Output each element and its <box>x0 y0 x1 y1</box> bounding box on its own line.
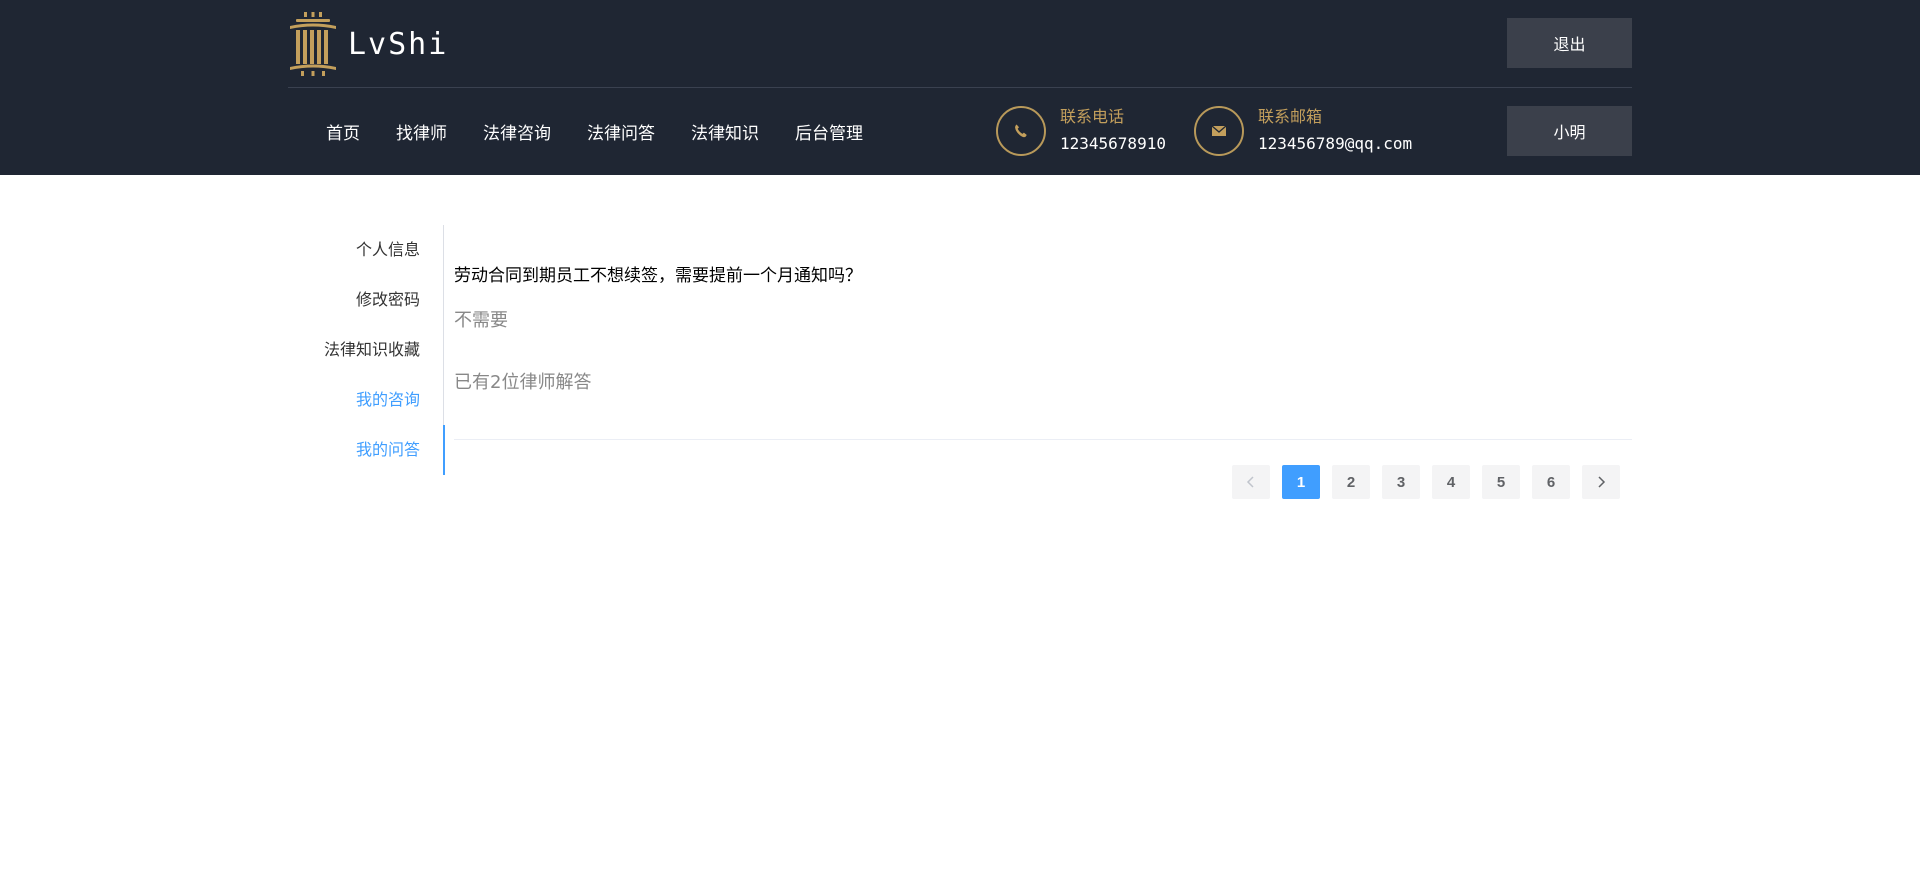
answer-count: 已有2位律师解答 <box>454 372 592 393</box>
answer-text: 不需要 <box>454 310 508 331</box>
email-value: 123456789@qq.com <box>1258 134 1413 153</box>
nav-row: 首页 找律师 法律咨询 法律问答 法律知识 后台管理 联系电话 12345678… <box>288 88 1632 175</box>
user-button[interactable]: 小明 <box>1507 106 1632 156</box>
content-area: 个人信息 修改密码 法律知识收藏 我的咨询 我的问答 劳动合同到期员工不想续签，… <box>288 225 1632 525</box>
sidebar-item-my-qa[interactable]: 我的问答 <box>288 425 445 475</box>
sidebar-item-my-consultations[interactable]: 我的咨询 <box>288 375 443 425</box>
logo[interactable]: LvShi <box>288 12 448 76</box>
main-nav: 首页 找律师 法律咨询 法律问答 法律知识 后台管理 <box>308 88 881 175</box>
nav-admin[interactable]: 后台管理 <box>795 119 863 144</box>
phone-icon <box>996 106 1046 156</box>
page-button-6[interactable]: 6 <box>1532 465 1570 499</box>
phone-label: 联系电话 <box>1060 107 1125 126</box>
page-button-4[interactable]: 4 <box>1432 465 1470 499</box>
page-button-5[interactable]: 5 <box>1482 465 1520 499</box>
header: LvShi 退出 首页 找律师 法律咨询 法律问答 法律知识 后台管理 联系电话… <box>0 0 1920 175</box>
question-title[interactable]: 劳动合同到期员工不想续签，需要提前一个月通知吗？ <box>454 261 1632 286</box>
phone-value: 12345678910 <box>1060 134 1166 153</box>
contact-email: 联系邮箱 123456789@qq.com <box>1194 106 1412 156</box>
prev-page-button[interactable] <box>1232 465 1270 499</box>
next-page-button[interactable] <box>1582 465 1620 499</box>
sidebar-item-knowledge-favorites[interactable]: 法律知识收藏 <box>288 325 443 375</box>
logo-text: LvShi <box>348 26 449 62</box>
logout-button[interactable]: 退出 <box>1507 18 1632 68</box>
page-button-3[interactable]: 3 <box>1382 465 1420 499</box>
contact-phone: 联系电话 12345678910 <box>996 106 1166 156</box>
page-button-2[interactable]: 2 <box>1332 465 1370 499</box>
sidebar-item-profile[interactable]: 个人信息 <box>288 225 443 275</box>
pillar-logo-icon <box>290 12 336 76</box>
nav-legal-knowledge[interactable]: 法律知识 <box>691 119 759 144</box>
page-button-1[interactable]: 1 <box>1282 465 1320 499</box>
email-label: 联系邮箱 <box>1258 107 1323 126</box>
sidebar-item-change-password[interactable]: 修改密码 <box>288 275 443 325</box>
chevron-right-icon <box>1598 476 1606 488</box>
nav-legal-qa[interactable]: 法律问答 <box>587 119 655 144</box>
sidebar: 个人信息 修改密码 法律知识收藏 我的咨询 我的问答 <box>288 225 445 475</box>
nav-home[interactable]: 首页 <box>326 119 360 144</box>
nav-legal-consult[interactable]: 法律咨询 <box>483 119 551 144</box>
main-panel: 劳动合同到期员工不想续签，需要提前一个月通知吗？ 不需要 已有2位律师解答 <box>454 225 1632 440</box>
nav-find-lawyer[interactable]: 找律师 <box>396 119 447 144</box>
divider <box>454 439 1632 440</box>
chevron-left-icon <box>1246 476 1254 488</box>
header-top-row: LvShi 退出 <box>288 0 1632 88</box>
pagination: 1 2 3 4 5 6 <box>1220 465 1620 499</box>
mail-icon <box>1194 106 1244 156</box>
